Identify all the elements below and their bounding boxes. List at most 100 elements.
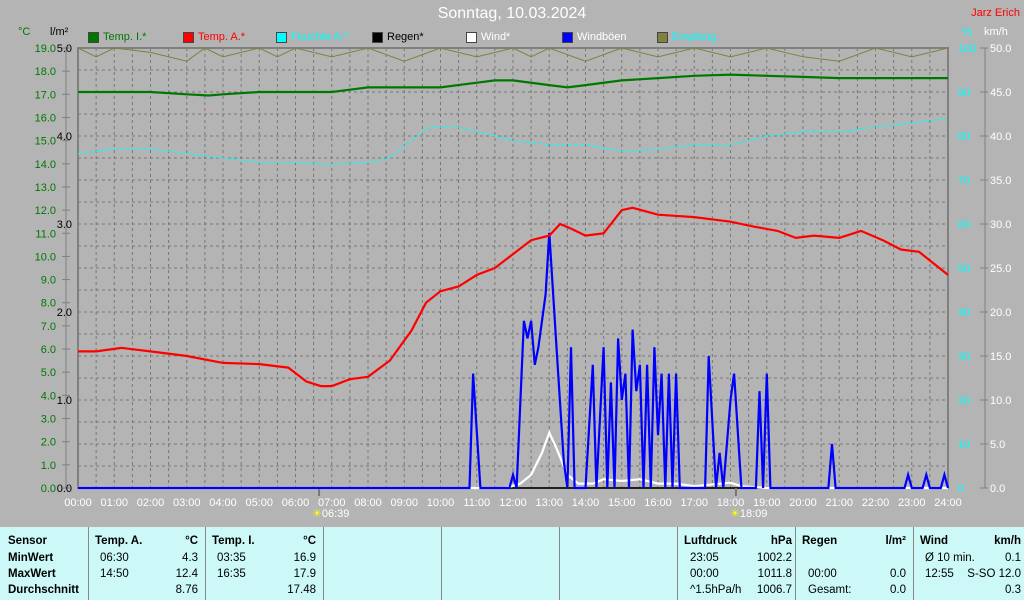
axis-tick-label: 45.0 <box>990 87 1011 99</box>
axis-tick-label: 1.0 <box>57 395 72 407</box>
tempA-value: 12.4 <box>175 568 198 580</box>
x-tick-label: 02:00 <box>137 497 165 509</box>
row-label: MaxWert <box>8 568 56 580</box>
axis-tick-label: 90 <box>958 87 970 99</box>
axis-tick-label: 3.0 <box>41 414 56 426</box>
axis-tick-label: 2.0 <box>57 307 72 319</box>
axis-tick-label: 6.0 <box>41 344 56 356</box>
axis-tick-label: 0 <box>958 483 964 495</box>
table-divider <box>795 527 796 600</box>
x-tick-label: 12:00 <box>499 497 527 509</box>
x-tick-label: 16:00 <box>644 497 672 509</box>
axis-tick-label: 20.0 <box>990 307 1011 319</box>
axis-tick-label: 10.0 <box>990 395 1011 407</box>
axis-tick-label: 9.0 <box>41 275 56 287</box>
axis-tick-label: 13.0 <box>35 182 56 194</box>
axis-tick-label: 5.0 <box>41 367 56 379</box>
pressure-value: 1006.7 <box>756 584 792 596</box>
tempA-time: 14:50 <box>100 568 129 580</box>
wind-value: S-SO 12.0 <box>967 568 1021 580</box>
x-tick-label: 24:00 <box>934 497 962 509</box>
axis-tick-label: 4.0 <box>41 390 56 402</box>
rain-unit: l/m² <box>885 535 906 547</box>
tempI-value: 17.9 <box>293 568 316 580</box>
axis-tick-label: 80 <box>958 131 970 143</box>
axis-tick-label: 10 <box>958 439 970 451</box>
axis-tick-label: 18.0 <box>35 66 56 78</box>
row-label: Durchschnitt <box>8 584 79 596</box>
table-divider <box>913 527 914 600</box>
pressure-time: ^1.5hPa/h <box>690 584 742 596</box>
wind-unit: km/h <box>994 535 1021 547</box>
axis-tick-label: 0.0 <box>990 483 1005 495</box>
x-tick-label: 01:00 <box>100 497 128 509</box>
x-tick-label: 06:00 <box>282 497 310 509</box>
tempA-unit: °C <box>185 535 198 547</box>
pressure-header: Luftdruck <box>684 535 738 547</box>
x-tick-label: 14:00 <box>572 497 600 509</box>
axis-tick-label: 50 <box>958 263 970 275</box>
axis-tick-label: 19.0 <box>35 43 56 55</box>
table-divider <box>677 527 678 600</box>
sunset-time: 18:09 <box>739 508 768 520</box>
tempA-header: Temp. A. <box>95 535 143 547</box>
axis-tick-label: 1.0 <box>41 460 56 472</box>
x-tick-label: 03:00 <box>173 497 201 509</box>
x-tick-label: 04:00 <box>209 497 237 509</box>
table-divider <box>559 527 560 600</box>
pressure-unit: hPa <box>770 535 792 547</box>
x-tick-label: 20:00 <box>789 497 817 509</box>
x-tick-label: 09:00 <box>390 497 418 509</box>
axis-tick-label: 2.0 <box>41 437 56 449</box>
rain-time: Gesamt: <box>808 584 852 596</box>
axis-tick-label: 3.0 <box>57 219 72 231</box>
sunrise-icon: ☀ <box>312 508 322 520</box>
axis-tick-label: 60 <box>958 219 970 231</box>
axis-tick-label: 7.0 <box>41 321 56 333</box>
axis-tick-label: 70 <box>958 175 970 187</box>
axis-tick-label: 5.0 <box>57 43 72 55</box>
wind-value: 0.1 <box>1005 552 1021 564</box>
axis-tick-label: 30.0 <box>990 219 1011 231</box>
tempI-time: 16:35 <box>217 568 246 580</box>
axis-tick-label: 4.0 <box>57 131 72 143</box>
axis-tick-label: 8.0 <box>41 298 56 310</box>
axis-tick-label: 11.0 <box>35 228 56 240</box>
axis-tick-label: 17.0 <box>35 89 56 101</box>
axis-tick-label: 25.0 <box>990 263 1011 275</box>
wind-time: 12:55 <box>925 568 954 580</box>
x-tick-label: 23:00 <box>898 497 926 509</box>
x-tick-label: 13:00 <box>535 497 563 509</box>
axis-tick-label: 16.0 <box>35 112 56 124</box>
sunrise: ☀06:39 <box>312 507 349 520</box>
rain-value: 0.0 <box>890 584 906 596</box>
axis-tick-label: 14.0 <box>35 159 56 171</box>
x-tick-label: 08:00 <box>354 497 382 509</box>
axis-tick-label: 15.0 <box>35 136 56 148</box>
tempA-value: 4.3 <box>182 552 198 564</box>
axis-tick-label: 10.0 <box>35 251 56 263</box>
tempI-value: 17.48 <box>287 584 316 596</box>
axis-tick-label: 5.0 <box>990 439 1005 451</box>
x-tick-label: 22:00 <box>862 497 890 509</box>
tempI-time: 03:35 <box>217 552 246 564</box>
axis-tick-label: 50.0 <box>990 43 1011 55</box>
rain-time: 00:00 <box>808 568 837 580</box>
tempI-header: Temp. I. <box>212 535 255 547</box>
axis-tick-label: 0.0 <box>57 483 72 495</box>
rain-value: 0.0 <box>890 568 906 580</box>
axis-tick-label: 40 <box>958 307 970 319</box>
pressure-time: 00:00 <box>690 568 719 580</box>
x-tick-label: 05:00 <box>245 497 273 509</box>
tempI-value: 16.9 <box>293 552 316 564</box>
tempA-time: 06:30 <box>100 552 129 564</box>
axis-tick-label: 20 <box>958 395 970 407</box>
x-tick-label: 10:00 <box>427 497 455 509</box>
wind-time: Ø 10 min. <box>925 552 975 564</box>
sunset: ☀18:09 <box>730 507 767 520</box>
pressure-time: 23:05 <box>690 552 719 564</box>
tempI-unit: °C <box>303 535 316 547</box>
axis-tick-label: 35.0 <box>990 175 1011 187</box>
sunrise-time: 06:39 <box>321 508 350 520</box>
rain-header: Regen <box>802 535 838 547</box>
